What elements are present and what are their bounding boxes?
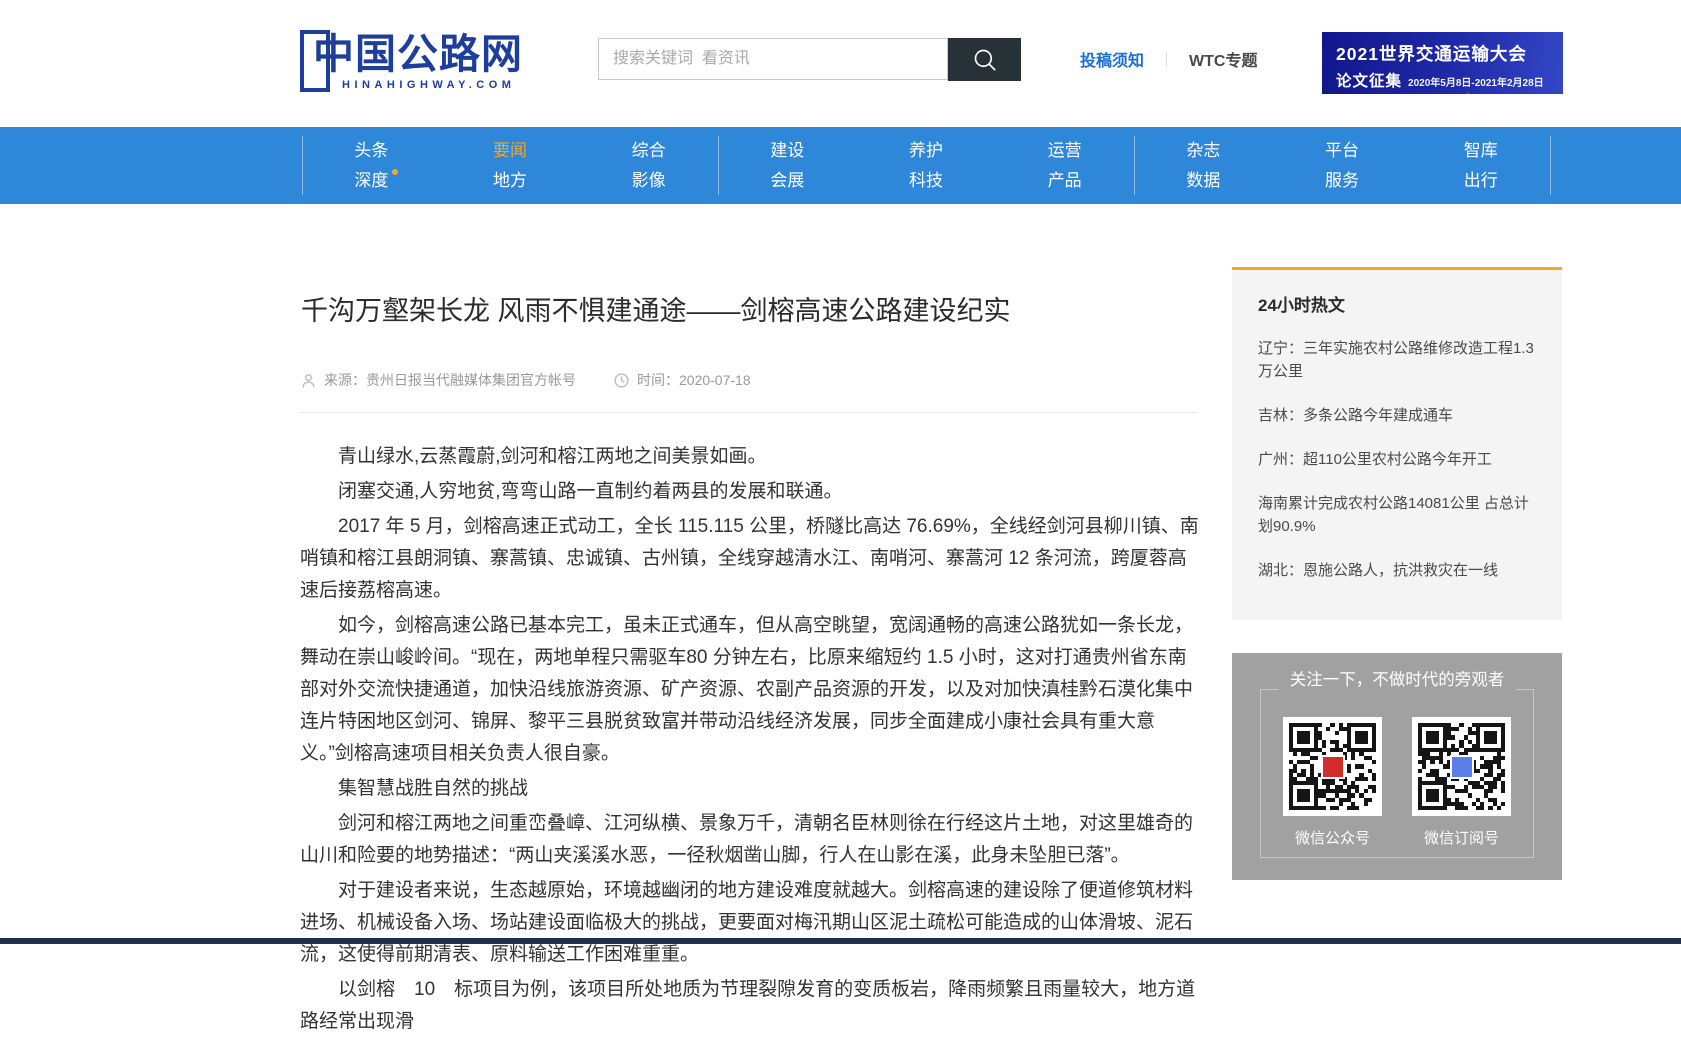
follow-title: 关注一下，不做时代的旁观者 (1278, 666, 1517, 690)
nav-column: 要闻 地方 (441, 127, 580, 204)
search-icon (971, 46, 998, 73)
qr-finder-icon (1289, 781, 1318, 810)
qr-code-unit: 微信公众号 (1283, 717, 1382, 848)
qr-finder-icon (1418, 723, 1447, 752)
follow-panel: 关注一下，不做时代的旁观者 微信公众号 (1232, 653, 1562, 880)
hot-article-link[interactable]: 广州：超110公里农村公路今年开工 (1258, 448, 1538, 471)
nav-column: 杂志 数据 (1134, 127, 1273, 204)
site-header: 中国公路网 HINAHIGHWAY.COM 投稿须知 WTC专题 2021世界交… (0, 0, 1681, 127)
article-paragraph: 闭塞交通,人穷地贫,弯弯山路一直制约着两县的发展和联通。 (300, 476, 1201, 508)
hot-article-link[interactable]: 湖北：恩施公路人，抗洪救灾在一线 (1258, 559, 1538, 582)
article-meta: 来源：贵州日报当代融媒体集团官方帐号 时间：2020-07-18 (300, 370, 1197, 396)
nav-column: 智库 出行 (1411, 127, 1550, 204)
nav-item[interactable]: 平台 (1325, 142, 1359, 159)
qr-finder-icon (1289, 723, 1318, 752)
article-paragraph: 集智慧战胜自然的挑战 (300, 773, 1201, 805)
nav-column: 运营 产品 (995, 127, 1134, 204)
qr-code-image (1412, 717, 1511, 816)
qr-finder-icon (1476, 723, 1505, 752)
nav-item[interactable]: 影像 (632, 172, 666, 189)
hot-articles-title: 24小时热文 (1258, 291, 1538, 316)
nav-item[interactable]: 运营 (1048, 142, 1082, 159)
qr-code-label: 微信公众号 (1283, 827, 1382, 848)
nav-item[interactable]: 智库 (1464, 142, 1498, 159)
article-paragraph: 剑河和榕江两地之间重峦叠嶂、江河纵横、景象万千，清朝名臣林则徐在行经这片土地，对… (300, 808, 1201, 872)
qr-code-label: 微信订阅号 (1412, 827, 1511, 848)
hot-article-link[interactable]: 海南累计完成农村公路14081公里 占总计划90.9% (1258, 492, 1538, 538)
nav-item[interactable]: 头条 (354, 142, 388, 159)
article-paragraph: 以剑榕 10 标项目为例，该项目所处地质为节理裂隙发育的变质板岩，降雨频繁且雨量… (300, 974, 1201, 1038)
search-input[interactable] (598, 38, 948, 80)
qr-code-row: 微信公众号 微信订阅号 (1232, 717, 1562, 848)
nav-item[interactable]: 数据 (1186, 172, 1220, 189)
nav-item[interactable]: 要闻 (493, 142, 527, 159)
article-paragraph: 对于建设者来说，生态越原始，环境越幽闭的地方建设难度就越大。剑榕高速的建设除了便… (300, 875, 1201, 971)
nav-column: 综合 影像 (579, 127, 718, 204)
nav-item[interactable]: 深度 (354, 172, 388, 189)
logo-text: 中国公路网 (313, 20, 523, 80)
hot-articles-list: 辽宁：三年实施农村公路维修改造工程1.3万公里 吉林：多条公路今年建成通车 广州… (1258, 337, 1538, 582)
notification-dot (392, 169, 398, 175)
nav-column: 建设 会展 (718, 127, 857, 204)
banner-title: 2021世界交通运输大会 (1336, 41, 1563, 66)
nav-item[interactable]: 综合 (632, 142, 666, 159)
search-bar (598, 38, 1022, 82)
nav-item[interactable]: 养护 (909, 142, 943, 159)
submission-guide-link[interactable]: 投稿须知 (1080, 47, 1144, 71)
user-icon (300, 372, 317, 389)
qr-finder-icon (1418, 781, 1447, 810)
nav-column: 平台 服务 (1273, 127, 1412, 204)
nav-item[interactable]: 建设 (770, 142, 804, 159)
main-navigation: 头条 深度 要闻 地方 综合 影像 (0, 127, 1681, 204)
qr-code-unit: 微信订阅号 (1412, 717, 1511, 848)
nav-item[interactable]: 产品 (1048, 172, 1082, 189)
nav-item[interactable]: 会展 (770, 172, 804, 189)
article-paragraph: 青山绿水,云蒸霞蔚,剑河和榕江两地之间美景如画。 (300, 441, 1201, 473)
nav-divider (1134, 136, 1135, 195)
nav-column: 养护 科技 (857, 127, 996, 204)
nav-item[interactable]: 杂志 (1186, 142, 1220, 159)
logo-tagline: HINAHIGHWAY.COM (342, 79, 515, 91)
nav-item[interactable]: 出行 (1464, 172, 1498, 189)
article-paragraph: 2017 年 5 月，剑榕高速正式动工，全长 115.115 公里，桥隧比高达 … (300, 511, 1201, 607)
nav-divider (1550, 136, 1551, 195)
search-button[interactable] (948, 38, 1021, 81)
banner-ad[interactable]: 2021世界交通运输大会 论文征集 2020年5月8日-2021年2月28日 (1322, 32, 1563, 94)
hot-article-link[interactable]: 吉林：多条公路今年建成通车 (1258, 404, 1538, 427)
qr-code-image (1283, 717, 1382, 816)
article-time: 时间：2020-07-18 (613, 370, 751, 390)
nav-menu: 头条 深度 要闻 地方 综合 影像 (302, 127, 1550, 204)
qr-center-logo (1321, 755, 1345, 779)
site-logo[interactable]: 中国公路网 HINAHIGHWAY.COM (300, 26, 540, 102)
nav-item[interactable]: 地方 (493, 172, 527, 189)
qr-finder-icon (1347, 723, 1376, 752)
follow-title-wrap: 关注一下，不做时代的旁观者 (1232, 666, 1562, 690)
nav-item[interactable]: 服务 (1325, 172, 1359, 189)
article-title: 千沟万壑架长龙 风雨不惧建通途——剑榕高速公路建设纪实 (301, 289, 1201, 328)
qr-center-logo (1450, 755, 1474, 779)
article-body: 青山绿水,云蒸霞蔚,剑河和榕江两地之间美景如画。 闭塞交通,人穷地贫,弯弯山路一… (300, 441, 1201, 1038)
nav-column: 头条 深度 (302, 127, 441, 204)
hot-article-link[interactable]: 辽宁：三年实施农村公路维修改造工程1.3万公里 (1258, 337, 1538, 383)
wtc-topic-link[interactable]: WTC专题 (1189, 47, 1257, 71)
link-separator (1166, 51, 1167, 67)
clock-icon (613, 372, 630, 389)
footer-edge (0, 938, 1681, 944)
article-paragraph: 如今，剑榕高速公路已基本完工，虽未正式通车，但从高空眺望，宽阔通畅的高速公路犹如… (300, 610, 1201, 770)
meta-divider (300, 412, 1197, 413)
hot-articles-panel: 24小时热文 辽宁：三年实施农村公路维修改造工程1.3万公里 吉林：多条公路今年… (1232, 267, 1562, 620)
nav-divider (718, 136, 719, 195)
header-links: 投稿须知 WTC专题 (1080, 47, 1257, 71)
nav-divider (302, 136, 303, 195)
article-source: 来源：贵州日报当代融媒体集团官方帐号 (300, 370, 576, 390)
nav-item[interactable]: 科技 (909, 172, 943, 189)
